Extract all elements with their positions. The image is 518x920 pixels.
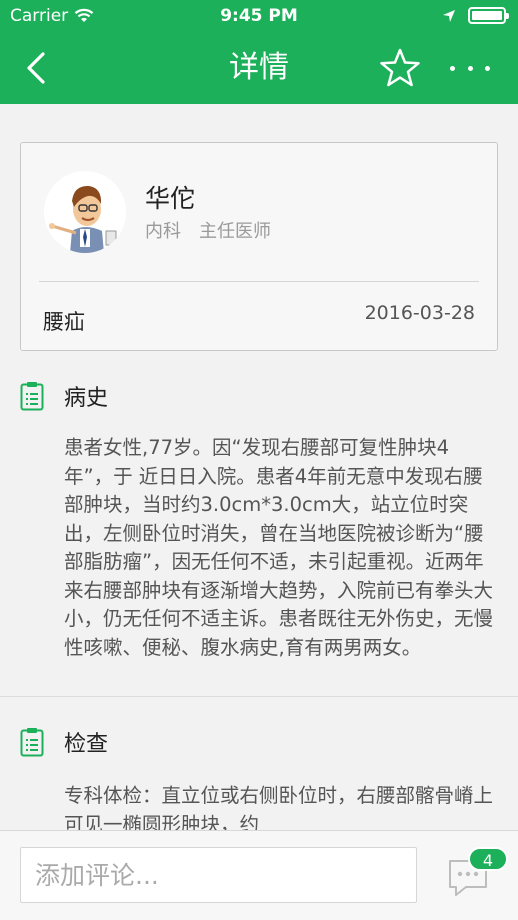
- more-dots-icon[interactable]: [446, 54, 494, 82]
- navbar: 详情: [0, 34, 518, 104]
- doctor-card: 华佗 内科 主任医师 腰疝 2016-03-28: [20, 142, 498, 351]
- doctor-name: 华佗: [145, 184, 196, 213]
- status-time: 9:45 PM: [220, 6, 298, 26]
- doctor-avatar: [44, 171, 126, 253]
- comment-bar: 4: [0, 830, 518, 920]
- detail-content[interactable]: 华佗 内科 主任医师 腰疝 2016-03-28 病史 患者女性,77岁。因“发…: [0, 104, 518, 830]
- dot: [485, 65, 490, 71]
- header: Carrier 9:45 PM 详情: [0, 0, 518, 104]
- doctor-meta: 内科 主任医师: [145, 217, 271, 243]
- section-header-history: 病史: [20, 379, 108, 413]
- doctor-illustration-icon: [44, 171, 126, 253]
- record-date: 2016-03-28: [364, 302, 475, 324]
- dot: [450, 65, 455, 71]
- card-divider: [39, 281, 479, 282]
- section-header-exam: 检查: [20, 725, 108, 759]
- status-right: [442, 7, 509, 24]
- doctor-department: 内科: [145, 221, 181, 242]
- comment-input[interactable]: [20, 847, 417, 903]
- page-title: 详情: [229, 50, 289, 85]
- diagnosis: 腰疝: [43, 310, 85, 334]
- star-icon[interactable]: [378, 46, 422, 90]
- section-separator: [0, 696, 518, 697]
- status-bar: Carrier 9:45 PM: [0, 0, 518, 34]
- section-title: 病史: [64, 386, 109, 411]
- dot: [467, 65, 473, 71]
- clipboard-icon: [20, 728, 44, 757]
- battery-icon: [468, 7, 509, 24]
- history-text: 患者女性,77岁。因“发现右腰部可复性肿块4年”，于 近日日入院。患者4年前无意…: [64, 436, 494, 659]
- location-arrow-icon: [443, 9, 455, 22]
- comment-count-badge: 4: [468, 847, 508, 871]
- section-title: 检查: [64, 732, 109, 757]
- doctor-title: 主任医师: [199, 221, 271, 242]
- exam-text: 专科体检：直立位或右侧卧位时，右腰部髂骨嵴上可见一椭圆形肿块，约: [64, 784, 494, 830]
- clipboard-icon: [20, 382, 44, 411]
